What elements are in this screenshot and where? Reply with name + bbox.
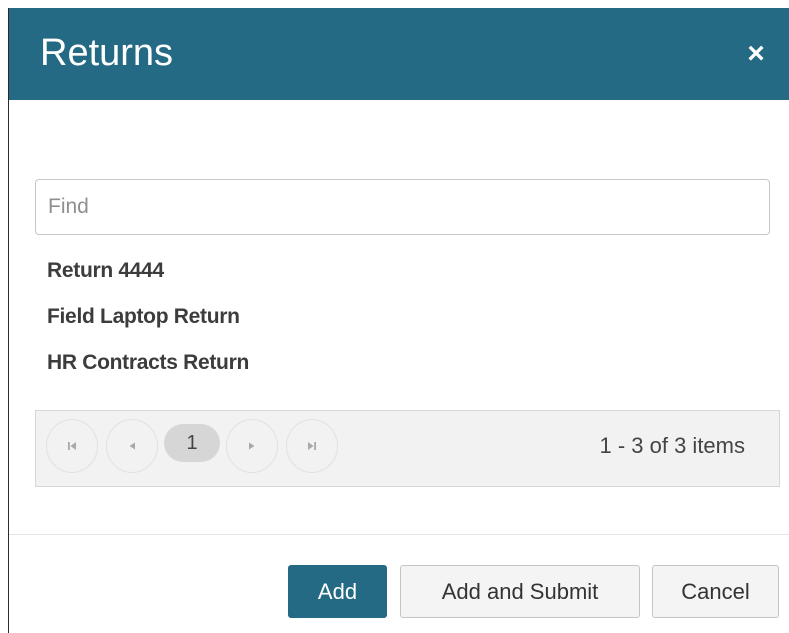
pager-info: 1 - 3 of 3 items bbox=[599, 433, 745, 458]
prev-page-button[interactable] bbox=[106, 419, 158, 473]
first-page-button[interactable] bbox=[46, 419, 98, 473]
dialog-titlebar: Returns × bbox=[9, 8, 789, 100]
pager: 1 1 - 3 of 3 items bbox=[35, 410, 780, 487]
find-input[interactable] bbox=[35, 179, 770, 235]
list-item[interactable]: Return 4444 bbox=[47, 256, 249, 302]
returns-list: Return 4444 Field Laptop Return HR Contr… bbox=[47, 256, 249, 394]
list-item[interactable]: Field Laptop Return bbox=[47, 302, 249, 348]
prev-page-icon bbox=[129, 442, 135, 450]
page-1-button[interactable]: 1 bbox=[164, 424, 220, 462]
last-page-icon bbox=[308, 442, 316, 450]
returns-dialog: Returns × Return 4444 Field Laptop Retur… bbox=[8, 8, 789, 633]
dialog-title: Returns bbox=[40, 32, 174, 74]
next-page-button[interactable] bbox=[226, 419, 278, 473]
first-page-icon bbox=[68, 442, 76, 450]
add-button[interactable]: Add bbox=[288, 565, 387, 618]
add-and-submit-button[interactable]: Add and Submit bbox=[400, 565, 640, 618]
last-page-button[interactable] bbox=[286, 419, 338, 473]
footer-divider bbox=[9, 534, 789, 535]
cancel-button[interactable]: Cancel bbox=[652, 565, 779, 618]
list-item[interactable]: HR Contracts Return bbox=[47, 348, 249, 394]
next-page-icon bbox=[249, 442, 255, 450]
close-icon[interactable]: × bbox=[738, 36, 774, 72]
